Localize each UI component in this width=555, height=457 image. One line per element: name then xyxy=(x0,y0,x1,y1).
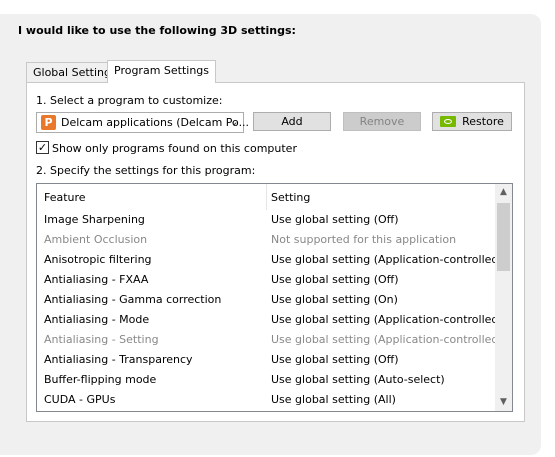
setting-cell: Use global setting (Application-controll… xyxy=(271,333,503,346)
scroll-down-icon[interactable]: ▼ xyxy=(495,394,512,411)
setting-cell: Use global setting (Auto-select) xyxy=(271,373,445,386)
feature-cell: Anisotropic filtering xyxy=(44,253,152,266)
table-row[interactable]: Antialiasing - Gamma correction Use glob… xyxy=(37,290,495,310)
add-button[interactable]: Add xyxy=(253,112,331,131)
table-row[interactable]: Image Sharpening Use global setting (Off… xyxy=(37,210,495,230)
settings-list[interactable]: Feature Setting Image Sharpening Use glo… xyxy=(36,183,513,412)
setting-cell: Use global setting (Off) xyxy=(271,273,399,286)
table-row[interactable]: Antialiasing - Transparency Use global s… xyxy=(37,350,495,370)
feature-cell: Image Sharpening xyxy=(44,213,145,226)
step2-label: 2. Specify the settings for this program… xyxy=(36,164,256,177)
feature-cell: Antialiasing - Gamma correction xyxy=(44,293,222,306)
table-row[interactable]: Antialiasing - FXAA Use global setting (… xyxy=(37,270,495,290)
list-header: Feature Setting xyxy=(37,184,495,210)
table-row[interactable]: Antialiasing - Mode Use global setting (… xyxy=(37,310,503,330)
setting-cell: Use global setting (Off) xyxy=(271,353,399,366)
table-row[interactable]: Ambient Occlusion Not supported for this… xyxy=(37,230,495,250)
scrollbar-thumb[interactable] xyxy=(497,203,510,271)
feature-cell: Antialiasing - Setting xyxy=(44,333,159,346)
table-row[interactable]: Antialiasing - Setting Use global settin… xyxy=(37,330,503,350)
feature-cell: Antialiasing - FXAA xyxy=(44,273,149,286)
chevron-down-icon: ⌄ xyxy=(229,115,239,128)
remove-button[interactable]: Remove xyxy=(343,112,421,131)
table-row[interactable]: Buffer-flipping mode Use global setting … xyxy=(37,370,495,390)
setting-cell: Use global setting (Off) xyxy=(271,213,399,226)
feature-cell: Ambient Occlusion xyxy=(44,233,148,246)
table-row[interactable]: CUDA - GPUs Use global setting (All) xyxy=(37,390,495,410)
nvidia-logo-icon xyxy=(440,116,457,127)
vertical-scrollbar[interactable]: ▲ ▼ xyxy=(495,184,512,411)
setting-cell: Use global setting (Application-controll… xyxy=(271,313,503,326)
delcam-powermill-icon: P xyxy=(41,115,56,130)
tab-program-settings[interactable]: Program Settings xyxy=(107,60,217,83)
feature-cell: Buffer-flipping mode xyxy=(44,373,157,386)
program-select[interactable]: P Delcam applications (Delcam Po... ⌄ xyxy=(36,112,249,133)
restore-button-label: Restore xyxy=(462,115,504,128)
show-only-found-checkbox[interactable]: ✓ xyxy=(36,141,49,154)
column-header-setting[interactable]: Setting xyxy=(271,191,310,204)
program-select-value: Delcam applications (Delcam Po... xyxy=(61,116,250,129)
feature-cell: CUDA - GPUs xyxy=(44,393,116,406)
step1-label: 1. Select a program to customize: xyxy=(36,94,223,107)
setting-cell: Use global setting (On) xyxy=(271,293,398,306)
restore-button[interactable]: Restore xyxy=(432,112,512,131)
feature-cell: Antialiasing - Mode xyxy=(44,313,150,326)
feature-cell: Antialiasing - Transparency xyxy=(44,353,193,366)
setting-cell: Use global setting (All) xyxy=(271,393,396,406)
page-heading: I would like to use the following 3D set… xyxy=(18,24,296,37)
column-divider xyxy=(266,184,267,210)
table-row[interactable]: Anisotropic filtering Use global setting… xyxy=(37,250,503,270)
scroll-up-icon[interactable]: ▲ xyxy=(495,184,512,201)
setting-cell: Use global setting (Application-controll… xyxy=(271,253,503,266)
setting-cell: Not supported for this application xyxy=(271,233,457,246)
column-header-feature[interactable]: Feature xyxy=(44,191,86,204)
show-only-found-label: Show only programs found on this compute… xyxy=(52,142,297,155)
